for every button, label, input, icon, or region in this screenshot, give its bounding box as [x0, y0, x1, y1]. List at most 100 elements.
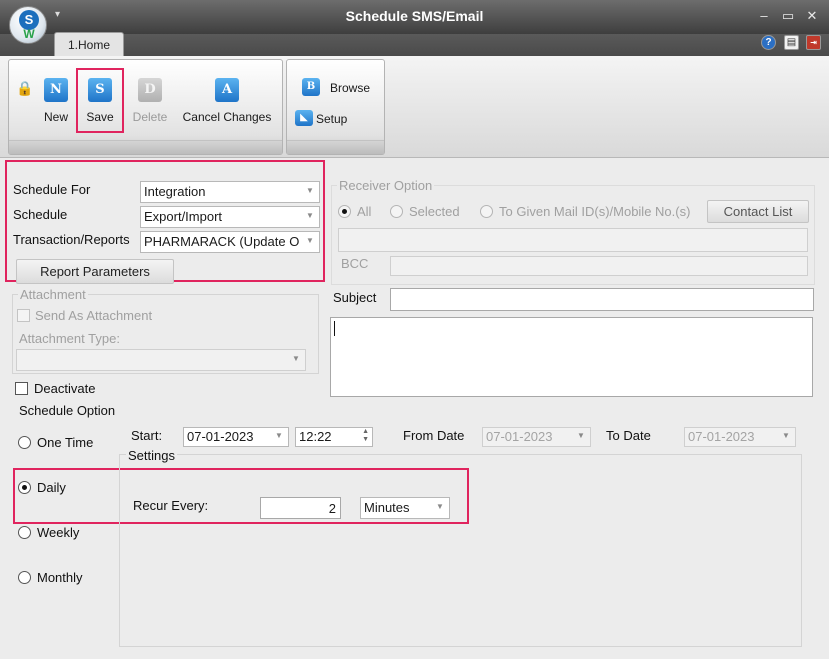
- weekly-label: Weekly: [37, 525, 80, 540]
- contact-list-button: Contact List: [707, 200, 809, 223]
- start-time-spinner[interactable]: 12:22 ▲ ▼: [295, 427, 373, 447]
- recur-every-label: Recur Every:: [133, 498, 209, 513]
- receiver-given-label: To Given Mail ID(s)/Mobile No.(s): [499, 204, 691, 219]
- save-icon: S: [88, 78, 112, 102]
- chevron-down-icon: ▼: [306, 211, 314, 220]
- receiver-option-label: Receiver Option: [337, 178, 435, 193]
- to-date-picker: 07-01-2023 ▼: [684, 427, 796, 447]
- browse-button[interactable]: Browse: [330, 81, 370, 95]
- bcc-label: BCC: [341, 256, 369, 271]
- new-button[interactable]: New: [36, 110, 76, 124]
- ribbon-group-footer: [287, 140, 384, 154]
- one-time-radio[interactable]: [18, 436, 31, 449]
- subject-input[interactable]: [390, 288, 814, 311]
- spinner-arrows-icon[interactable]: ▲ ▼: [362, 428, 369, 444]
- setup-button-icon[interactable]: ◣: [295, 110, 313, 126]
- chevron-down-icon: ▼: [436, 502, 444, 511]
- ribbon-group-record: [8, 59, 283, 155]
- from-date-value: 07-01-2023: [486, 429, 553, 444]
- receiver-selected-label: Selected: [409, 204, 460, 219]
- receiver-selected-radio: [390, 205, 403, 218]
- schedule-for-value: Integration: [144, 184, 206, 199]
- receiver-given-radio: [480, 205, 493, 218]
- chevron-down-icon: ▼: [275, 431, 283, 440]
- transaction-reports-value: PHARMARACK (Update O: [144, 234, 300, 249]
- recur-unit-value: Minutes: [364, 500, 410, 515]
- ribbon-group-footer: [9, 140, 282, 154]
- delete-button-icon: D: [138, 78, 162, 102]
- tab-strip: [0, 34, 829, 56]
- schedule-for-select[interactable]: Integration ▼: [140, 181, 320, 203]
- delete-button: Delete: [132, 110, 168, 124]
- subject-label: Subject: [333, 290, 377, 305]
- send-as-attachment-checkbox: [17, 309, 30, 322]
- save-button-icon[interactable]: S: [88, 78, 112, 102]
- from-date-label: From Date: [403, 428, 465, 443]
- daily-radio[interactable]: [18, 481, 31, 494]
- setup-button[interactable]: Setup: [316, 112, 347, 126]
- from-date-picker: 07-01-2023 ▼: [482, 427, 591, 447]
- start-date-picker[interactable]: 07-01-2023 ▼: [183, 427, 289, 447]
- start-date-value: 07-01-2023: [187, 429, 254, 444]
- report-parameters-button[interactable]: Report Parameters: [16, 259, 174, 284]
- start-label: Start:: [131, 428, 163, 443]
- attachment-type-select: ▼: [16, 349, 306, 371]
- document-icon[interactable]: ▤: [784, 35, 799, 50]
- send-as-attachment-label: Send As Attachment: [35, 308, 153, 323]
- weekly-radio[interactable]: [18, 526, 31, 539]
- one-time-label: One Time: [37, 435, 94, 450]
- monthly-radio[interactable]: [18, 571, 31, 584]
- window-title: Schedule SMS/Email: [345, 8, 484, 24]
- ribbon-group-tools: [286, 59, 385, 155]
- lock-icon: 🔒: [16, 80, 34, 96]
- minimize-button[interactable]: –: [755, 8, 773, 23]
- maximize-button[interactable]: ▭: [779, 8, 797, 24]
- cancel-changes-button-icon[interactable]: A: [215, 78, 239, 102]
- schedule-value: Export/Import: [144, 209, 223, 224]
- cancel-changes-icon: A: [215, 78, 239, 102]
- schedule-for-label: Schedule For: [13, 182, 91, 197]
- schedule-select[interactable]: Export/Import ▼: [140, 206, 320, 228]
- logo-mark: W: [23, 27, 35, 41]
- receiver-all-radio: [338, 205, 351, 218]
- message-body-textarea[interactable]: [330, 317, 813, 397]
- chevron-down-icon: ▼: [782, 431, 790, 440]
- app-logo-icon[interactable]: S W: [9, 6, 47, 44]
- receiver-list-field: [338, 228, 808, 252]
- tab-home[interactable]: 1.Home: [54, 32, 124, 56]
- delete-icon: D: [138, 78, 162, 102]
- transaction-reports-select[interactable]: PHARMARACK (Update O ▼: [140, 231, 320, 253]
- chevron-down-icon: ▼: [577, 431, 585, 440]
- browse-icon: B: [302, 78, 320, 96]
- chevron-down-icon: ▼: [292, 354, 300, 363]
- quick-access-dropdown-icon[interactable]: ▾: [55, 9, 60, 20]
- cancel-changes-button[interactable]: Cancel Changes: [178, 110, 276, 124]
- deactivate-checkbox[interactable]: [15, 382, 28, 395]
- help-icon[interactable]: ?: [761, 35, 776, 50]
- to-date-value: 07-01-2023: [688, 429, 755, 444]
- setup-icon: ◣: [295, 110, 313, 126]
- chevron-down-icon: ▼: [306, 186, 314, 195]
- recur-every-input[interactable]: 2: [260, 497, 341, 519]
- chevron-down-icon: ▼: [306, 236, 314, 245]
- save-button[interactable]: Save: [78, 110, 122, 124]
- new-button-icon[interactable]: N: [44, 78, 68, 102]
- attachment-type-label: Attachment Type:: [19, 331, 120, 346]
- settings-label: Settings: [126, 448, 177, 463]
- browse-button-icon[interactable]: B: [302, 78, 320, 96]
- close-button[interactable]: ✕: [803, 8, 821, 24]
- exit-icon[interactable]: ⇥: [806, 35, 821, 50]
- transaction-reports-label: Transaction/Reports: [13, 232, 130, 247]
- recur-unit-select[interactable]: Minutes ▼: [360, 497, 450, 519]
- schedule-label: Schedule: [13, 207, 68, 222]
- receiver-all-label: All: [357, 204, 372, 219]
- daily-label: Daily: [37, 480, 66, 495]
- start-time-value: 12:22: [299, 429, 332, 444]
- settings-group: [119, 454, 802, 647]
- deactivate-label: Deactivate: [34, 381, 96, 396]
- text-cursor: [334, 321, 335, 336]
- attachment-group-label: Attachment: [18, 287, 88, 302]
- monthly-label: Monthly: [37, 570, 83, 585]
- to-date-label: To Date: [606, 428, 651, 443]
- schedule-option-label: Schedule Option: [19, 403, 116, 418]
